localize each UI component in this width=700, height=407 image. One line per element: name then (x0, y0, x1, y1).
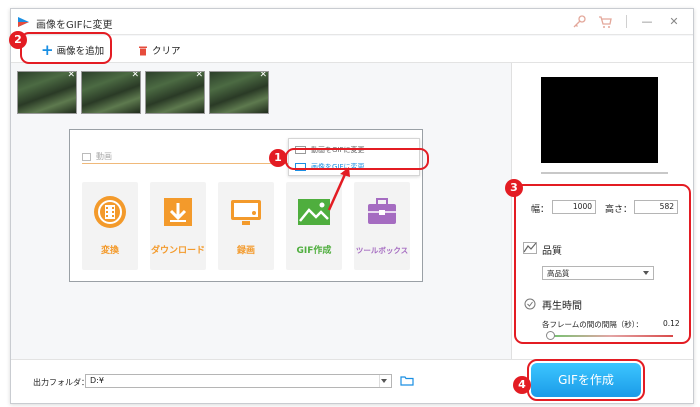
app-window: 画像をGIFに変更 — ✕ + 画像を追加 クリア ✕ ✕ ✕ ✕ 動画 変換 … (9, 8, 694, 404)
clear-button[interactable]: クリア (138, 41, 181, 59)
title-bar: 画像をGIFに変更 — ✕ (11, 9, 693, 35)
tile-download[interactable]: ダウンロード (150, 182, 206, 270)
video-section-header: 動画 (82, 150, 288, 164)
output-folder-label: 出力フォルダ： (33, 378, 89, 387)
remove-icon[interactable]: ✕ (67, 72, 75, 80)
tile-toolbox[interactable]: ツールボックス (354, 182, 410, 270)
callout-badge-1: 1 (269, 149, 287, 167)
remove-icon[interactable]: ✕ (131, 72, 139, 80)
callout-ring-2 (20, 32, 112, 64)
trash-icon (139, 46, 147, 55)
screen-record-icon (231, 200, 261, 225)
remove-icon[interactable]: ✕ (195, 72, 203, 80)
callout-badge-2: 2 (9, 31, 27, 49)
dropdown-caret-icon (381, 379, 387, 383)
download-icon (164, 198, 192, 226)
remove-icon[interactable]: ✕ (259, 72, 267, 80)
tile-label: GIF作成 (296, 246, 332, 256)
cart-icon[interactable] (597, 14, 613, 30)
toolbar: + 画像を追加 クリア (11, 36, 693, 63)
tile-convert[interactable]: 変換 (82, 182, 138, 270)
image-thumbnail[interactable]: ✕ (17, 71, 77, 114)
film-convert-icon (94, 196, 126, 228)
titlebar-separator (626, 15, 627, 28)
film-icon (82, 152, 91, 161)
folder-icon[interactable] (400, 375, 414, 386)
clear-label: クリア (152, 46, 181, 57)
output-dropdown[interactable] (379, 375, 391, 387)
image-thumbnail[interactable]: ✕ (145, 71, 205, 114)
app-logo-icon (18, 17, 29, 27)
output-folder-value: D:¥ (90, 376, 104, 385)
tile-label: 変換 (100, 246, 119, 256)
minimize-button[interactable]: — (639, 14, 655, 30)
toolbox-icon (368, 198, 396, 224)
callout-ring-1 (285, 148, 429, 170)
section-label: 動画 (96, 152, 112, 161)
close-button[interactable]: ✕ (666, 14, 682, 30)
callout-ring-3 (514, 184, 691, 344)
tile-label: 録画 (236, 246, 255, 256)
window-title: 画像をGIFに変更 (36, 20, 113, 31)
preview-divider (541, 172, 668, 174)
image-thumbnail[interactable]: ✕ (81, 71, 141, 114)
callout-ring-4 (527, 359, 645, 401)
gif-preview (541, 77, 658, 163)
callout-badge-4: 4 (513, 376, 531, 394)
tile-label: ダウンロード (150, 246, 205, 256)
tile-record[interactable]: 録画 (218, 182, 274, 270)
tile-label: ツールボックス (355, 246, 409, 255)
key-icon[interactable] (571, 14, 587, 30)
callout-badge-3: 3 (505, 179, 523, 197)
image-thumbnail[interactable]: ✕ (209, 71, 269, 114)
pointer-arrow-icon (327, 167, 350, 211)
output-folder-field[interactable]: D:¥ (85, 374, 392, 388)
